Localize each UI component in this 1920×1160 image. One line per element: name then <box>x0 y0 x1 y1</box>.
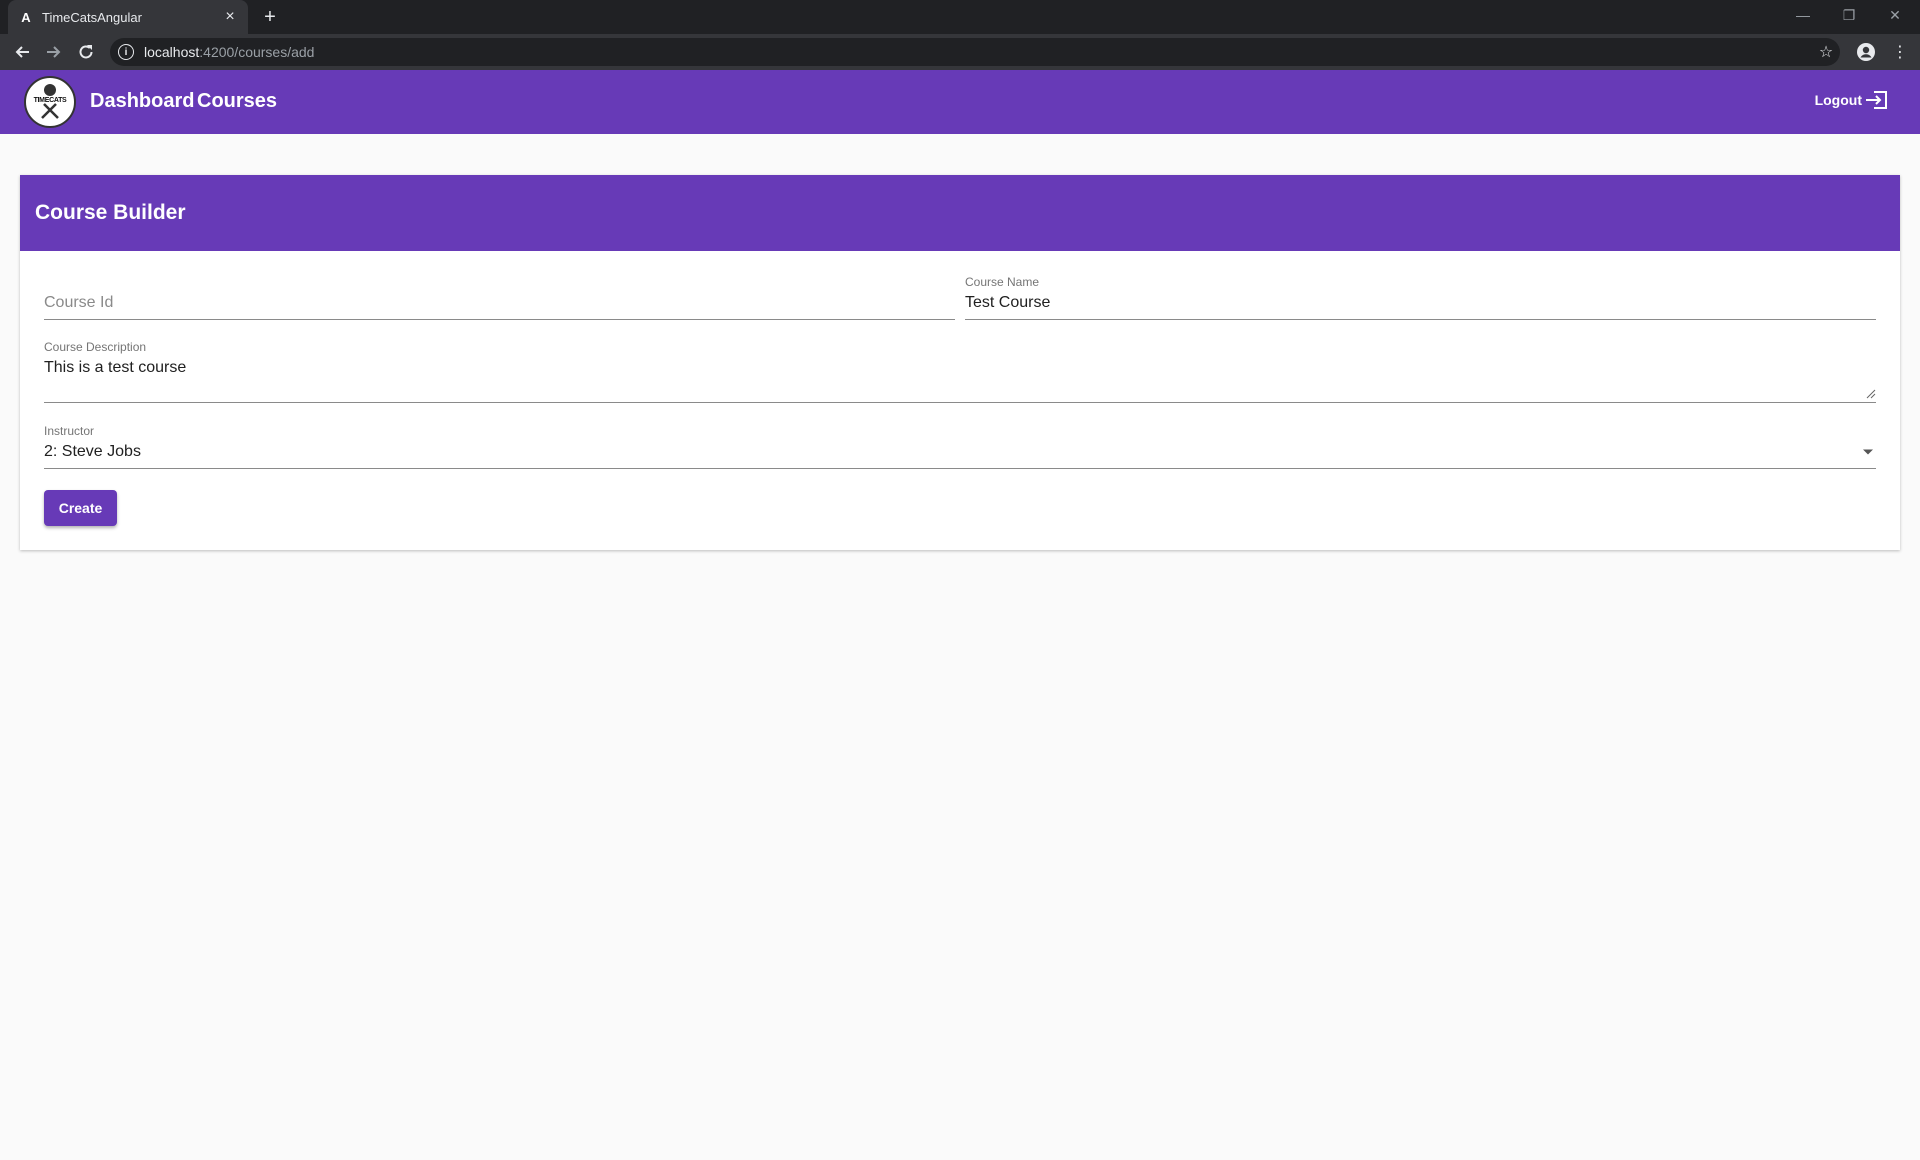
course-builder-card: Course Builder Course Id Course Name Tes… <box>20 175 1900 550</box>
instructor-select[interactable]: Instructor 2: Steve Jobs <box>44 424 1876 469</box>
restore-icon[interactable]: ❐ <box>1826 0 1872 30</box>
site-info-icon[interactable]: i <box>118 44 134 60</box>
nav-courses[interactable]: Courses <box>197 90 277 113</box>
course-description-label: Course Description <box>44 340 147 354</box>
tab-close-icon[interactable]: × <box>222 8 238 25</box>
address-bar[interactable]: i localhost:4200/courses/add <box>110 38 1840 66</box>
back-icon[interactable] <box>8 38 36 66</box>
course-name-label: Course Name <box>965 275 1040 289</box>
url-path: :4200/courses/add <box>199 44 315 60</box>
reload-icon[interactable] <box>72 38 100 66</box>
url-host: localhost <box>144 44 200 60</box>
tab-title: TimeCatsAngular <box>42 9 142 25</box>
course-description-value: This is a test course <box>44 359 187 376</box>
chevron-down-icon <box>1863 449 1873 455</box>
browser-toolbar: i localhost:4200/courses/add ☆ ⋮ <box>0 34 1920 70</box>
profile-icon[interactable] <box>1852 38 1880 66</box>
bookmark-star-icon[interactable]: ☆ <box>1812 38 1840 66</box>
instructor-value: 2: Steve Jobs <box>44 443 141 460</box>
instructor-label: Instructor <box>44 424 95 438</box>
resize-handle-icon[interactable] <box>1866 389 1876 399</box>
card-title: Course Builder <box>35 201 186 224</box>
create-button[interactable]: Create <box>44 490 117 526</box>
timecats-logo[interactable]: TIMECATS <box>24 76 76 128</box>
browser-tab-bar: A TimeCatsAngular × + — ❐ ✕ <box>0 0 1920 34</box>
angular-favicon-icon: A <box>21 9 31 25</box>
logo-text: TIMECATS <box>33 97 67 104</box>
logout-label: Logout <box>1814 92 1862 108</box>
window-close-icon[interactable]: ✕ <box>1872 0 1918 30</box>
course-name-field[interactable]: Course Name Test Course <box>965 275 1876 320</box>
browser-tab[interactable]: A TimeCatsAngular × <box>8 0 248 34</box>
minimize-icon[interactable]: — <box>1780 0 1826 30</box>
card-header: Course Builder <box>20 175 1900 251</box>
nav-dashboard[interactable]: Dashboard <box>90 90 194 113</box>
browser-menu-icon[interactable]: ⋮ <box>1886 38 1914 66</box>
course-id-placeholder: Course Id <box>44 294 114 311</box>
app-header: TIMECATS Dashboard Courses Logout <box>0 70 1920 134</box>
logout-button[interactable]: Logout <box>1815 90 1888 110</box>
course-description-field[interactable]: Course Description This is a test course <box>44 340 1876 403</box>
course-name-value: Test Course <box>965 294 1051 311</box>
course-id-field[interactable]: Course Id <box>44 275 955 320</box>
forward-icon[interactable] <box>40 38 68 66</box>
logout-icon <box>1866 91 1887 109</box>
new-tab-icon[interactable]: + <box>258 5 282 29</box>
